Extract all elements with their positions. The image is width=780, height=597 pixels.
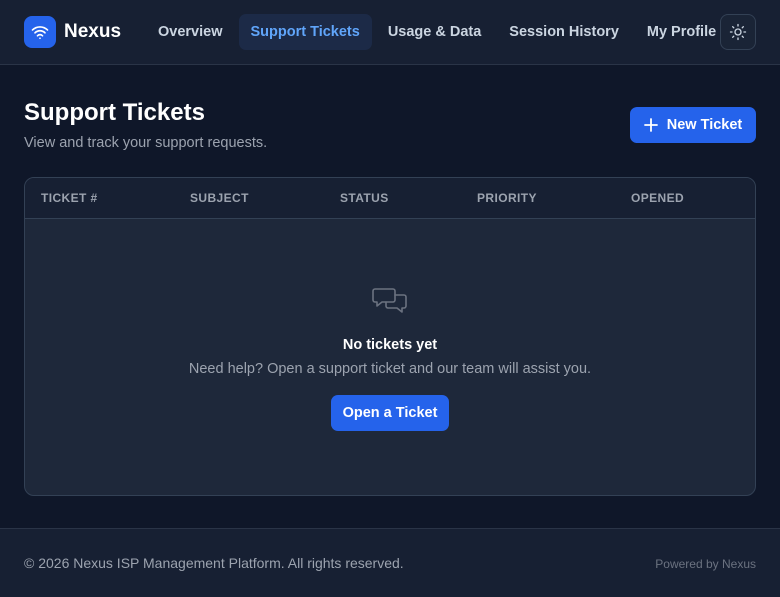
- theme-toggle-button[interactable]: [720, 14, 756, 50]
- nav-item-support-tickets[interactable]: Support Tickets: [238, 14, 372, 50]
- empty-state-title: No tickets yet: [342, 337, 438, 353]
- tickets-table: TICKET # SUBJECT STATUS PRIORITY OPENED …: [24, 177, 756, 496]
- empty-state-text: Need help? Open a support ticket and our…: [188, 361, 592, 377]
- nav-item-overview[interactable]: Overview: [146, 14, 235, 50]
- top-navbar: Nexus Overview Support Tickets Usage & D…: [0, 0, 780, 65]
- column-header-ticket-number[interactable]: TICKET #: [41, 191, 98, 205]
- chat-bubbles-icon: [372, 288, 407, 313]
- column-header-opened[interactable]: OPENED: [631, 191, 684, 205]
- column-header-priority[interactable]: PRIORITY: [477, 191, 537, 205]
- brand[interactable]: Nexus: [24, 15, 121, 48]
- footer-powered-by: Powered by Nexus: [655, 557, 756, 571]
- page-subtitle: View and track your support requests.: [24, 135, 268, 151]
- brand-name: Nexus: [64, 20, 122, 42]
- nav-item-my-profile[interactable]: My Profile: [635, 14, 728, 50]
- plus-icon: [643, 118, 658, 132]
- table-header: TICKET # SUBJECT STATUS PRIORITY OPENED: [25, 178, 755, 219]
- footer-copyright: © 2026 Nexus ISP Management Platform. Al…: [24, 555, 404, 571]
- new-ticket-button[interactable]: New Ticket: [630, 107, 756, 143]
- footer: © 2026 Nexus ISP Management Platform. Al…: [0, 528, 780, 597]
- nav-item-session-history[interactable]: Session History: [497, 14, 631, 50]
- page-title: Support Tickets: [24, 99, 205, 126]
- open-ticket-button[interactable]: Open a Ticket: [331, 395, 449, 431]
- wifi-icon: [24, 15, 56, 48]
- column-header-subject[interactable]: SUBJECT: [190, 191, 249, 205]
- main-nav: Overview Support Tickets Usage & Data Se…: [146, 14, 728, 50]
- column-header-status[interactable]: STATUS: [340, 191, 389, 205]
- new-ticket-label: New Ticket: [666, 117, 743, 133]
- nav-item-usage-data[interactable]: Usage & Data: [376, 14, 493, 50]
- sun-icon: [729, 23, 747, 41]
